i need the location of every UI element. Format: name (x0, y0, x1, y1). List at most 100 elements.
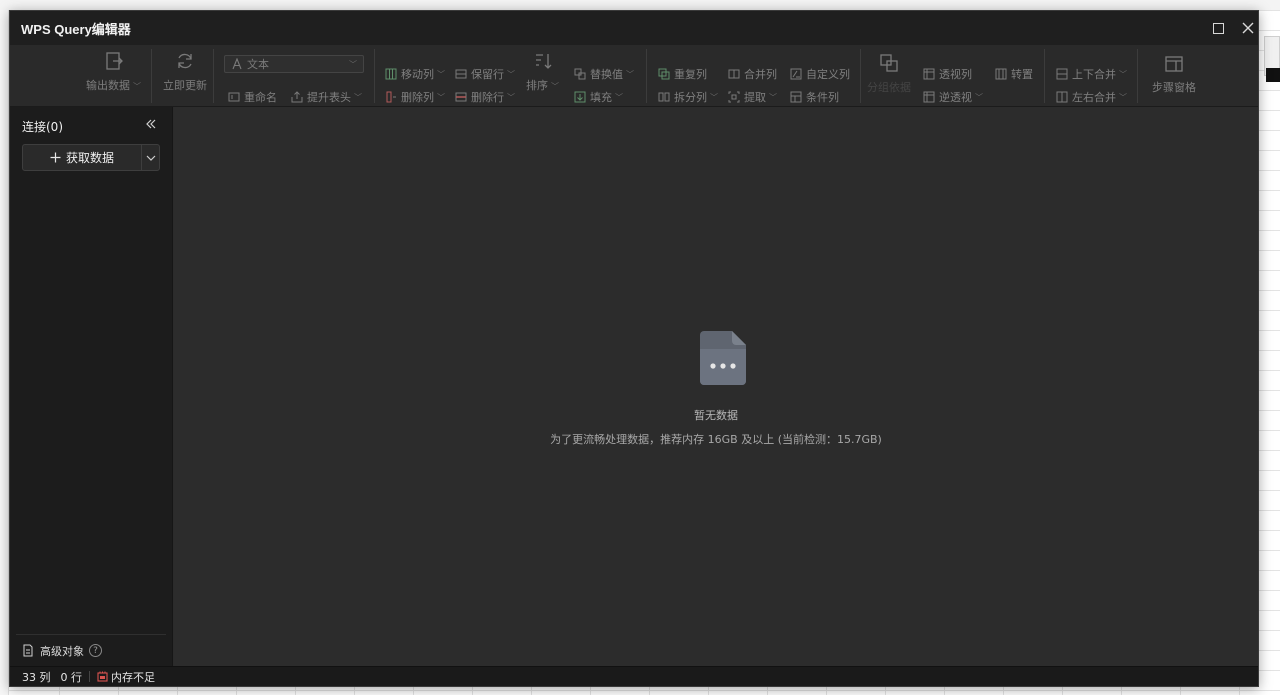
split-column-icon (658, 92, 670, 102)
delete-rows-button[interactable]: 删除行 ﹀ (455, 88, 515, 106)
replace-icon (574, 68, 586, 80)
group-by-button[interactable]: 分组依据 (867, 53, 911, 95)
background-ribbon (0, 0, 1280, 10)
custom-column-icon (790, 68, 802, 80)
delete-rows-icon (455, 92, 467, 102)
merge-icon (1056, 91, 1068, 103)
duplicate-column-button[interactable]: 重复列 (658, 65, 707, 83)
data-preview-area: 暂无数据 为了更流畅处理数据，推荐内存 16GB 及以上 (当前检测：15.7G… (174, 107, 1258, 666)
merge-columns-icon (728, 69, 740, 79)
empty-file-icon (700, 331, 746, 385)
close-icon (1242, 22, 1254, 34)
collapse-sidebar-button[interactable] (141, 115, 161, 133)
connections-sidebar: 连接(0) 获取数据 高级对象 ? (10, 107, 173, 666)
status-bar: 33 列 0 行 内存不足 (10, 666, 1258, 686)
promote-header-button[interactable]: 提升表头 ﹀ (291, 88, 362, 106)
sort-label: 排序 (526, 79, 548, 92)
transpose-button[interactable]: 转置 (995, 65, 1033, 83)
chevron-down-icon (146, 155, 155, 161)
steps-pane-label: 步骤窗格 (1152, 81, 1196, 94)
rename-label: 重命名 (244, 91, 277, 104)
rename-icon (228, 92, 240, 102)
delete-column-label: 删除列 (401, 91, 434, 104)
memory-warning-icon (97, 671, 108, 682)
transpose-label: 转置 (1011, 68, 1033, 81)
sort-button[interactable]: 排序 ﹀ (526, 51, 559, 93)
connections-title: 连接(0) (22, 120, 63, 134)
help-icon[interactable]: ? (89, 644, 102, 657)
data-type-select[interactable]: 文本 ﹀ (224, 55, 364, 73)
custom-column-label: 自定义列 (806, 68, 850, 81)
background-dark-block (1266, 68, 1280, 82)
export-icon (105, 52, 123, 70)
column-count: 33 列 (22, 670, 51, 684)
group-by-label: 分组依据 (867, 81, 911, 94)
advanced-objects-button[interactable]: 高级对象 ? (16, 634, 166, 666)
unpivot-button[interactable]: 逆透视 ﹀ (923, 88, 983, 106)
extract-icon (728, 91, 740, 103)
refresh-label: 立即更新 (163, 79, 207, 92)
get-data-split-button: 获取数据 (22, 144, 160, 171)
advanced-objects-label: 高级对象 (40, 644, 84, 658)
memory-warning[interactable]: 内存不足 (97, 669, 155, 685)
merge-queries-button[interactable]: 左右合并 ﹀ (1056, 88, 1127, 106)
close-button[interactable] (1236, 17, 1260, 39)
append-queries-button[interactable]: 上下合并 ﹀ (1056, 65, 1127, 83)
conditional-column-button[interactable]: 条件列 (790, 88, 839, 106)
append-icon (1056, 68, 1068, 80)
rename-button[interactable]: 重命名 (228, 88, 277, 106)
promote-header-label: 提升表头 (307, 91, 351, 104)
get-data-button[interactable]: 获取数据 (23, 145, 142, 170)
custom-column-button[interactable]: 自定义列 (790, 65, 850, 83)
pivot-icon (923, 68, 935, 80)
refresh-button[interactable]: 立即更新 (163, 51, 207, 93)
move-column-icon (385, 68, 397, 80)
export-data-button[interactable]: 输出数据 ﹀ (86, 51, 141, 93)
fill-icon (574, 91, 586, 103)
keep-rows-button[interactable]: 保留行 ﹀ (455, 65, 515, 83)
delete-rows-label: 删除行 (471, 91, 504, 104)
get-data-label: 获取数据 (65, 151, 114, 165)
replace-values-button[interactable]: 替换值 ﹀ (574, 65, 634, 83)
refresh-icon (178, 53, 192, 69)
duplicate-column-label: 重复列 (674, 68, 707, 81)
keep-rows-label: 保留行 (471, 68, 504, 81)
background-row-header (0, 10, 9, 695)
maximize-button[interactable] (1206, 17, 1230, 39)
pivot-column-button[interactable]: 透视列 (923, 65, 972, 83)
move-column-button[interactable]: 移动列 ﹀ (385, 65, 445, 83)
fill-label: 填充 (590, 91, 612, 104)
merge-columns-button[interactable]: 合并列 (728, 65, 777, 83)
delete-column-button[interactable]: 删除列 ﹀ (385, 88, 445, 106)
keep-rows-icon (455, 69, 467, 79)
fill-button[interactable]: 填充 ﹀ (574, 88, 623, 106)
unpivot-label: 逆透视 (939, 91, 972, 104)
sort-icon (535, 54, 551, 69)
unpivot-icon (923, 91, 935, 103)
merge-columns-label: 合并列 (744, 68, 777, 81)
steps-pane-button[interactable]: 步骤窗格 (1152, 55, 1196, 95)
export-label: 输出数据 (86, 79, 130, 92)
double-chevron-left-icon (146, 119, 156, 129)
split-column-button[interactable]: 拆分列 ﹀ (658, 88, 718, 106)
move-column-label: 移动列 (401, 68, 434, 81)
steps-pane-icon (1165, 56, 1183, 72)
extract-button[interactable]: 提取 ﹀ (728, 88, 777, 106)
advanced-object-icon (23, 644, 33, 657)
data-type-value: 文本 (247, 58, 269, 71)
get-data-dropdown[interactable] (142, 145, 159, 170)
transpose-icon (995, 68, 1007, 80)
promote-header-icon (291, 91, 303, 103)
merge-queries-label: 左右合并 (1072, 91, 1116, 104)
append-queries-label: 上下合并 (1072, 68, 1116, 81)
text-type-icon (232, 58, 242, 70)
delete-column-icon (386, 91, 396, 103)
memory-recommendation-hint: 为了更流畅处理数据，推荐内存 16GB 及以上 (当前检测：15.7GB) (550, 433, 882, 446)
conditional-column-label: 条件列 (806, 91, 839, 104)
title-bar: WPS Query编辑器 (10, 11, 1258, 45)
conditional-column-icon (790, 91, 802, 103)
replace-values-label: 替换值 (590, 68, 623, 81)
query-editor-window: WPS Query编辑器 输出数据 ﹀ 立即更新 文本 ﹀ 重命名 提升表头 ﹀… (9, 10, 1259, 687)
pivot-column-label: 透视列 (939, 68, 972, 81)
toolbar: 输出数据 ﹀ 立即更新 文本 ﹀ 重命名 提升表头 ﹀ 移动列 ﹀ 删除列 ﹀ … (10, 45, 1258, 107)
